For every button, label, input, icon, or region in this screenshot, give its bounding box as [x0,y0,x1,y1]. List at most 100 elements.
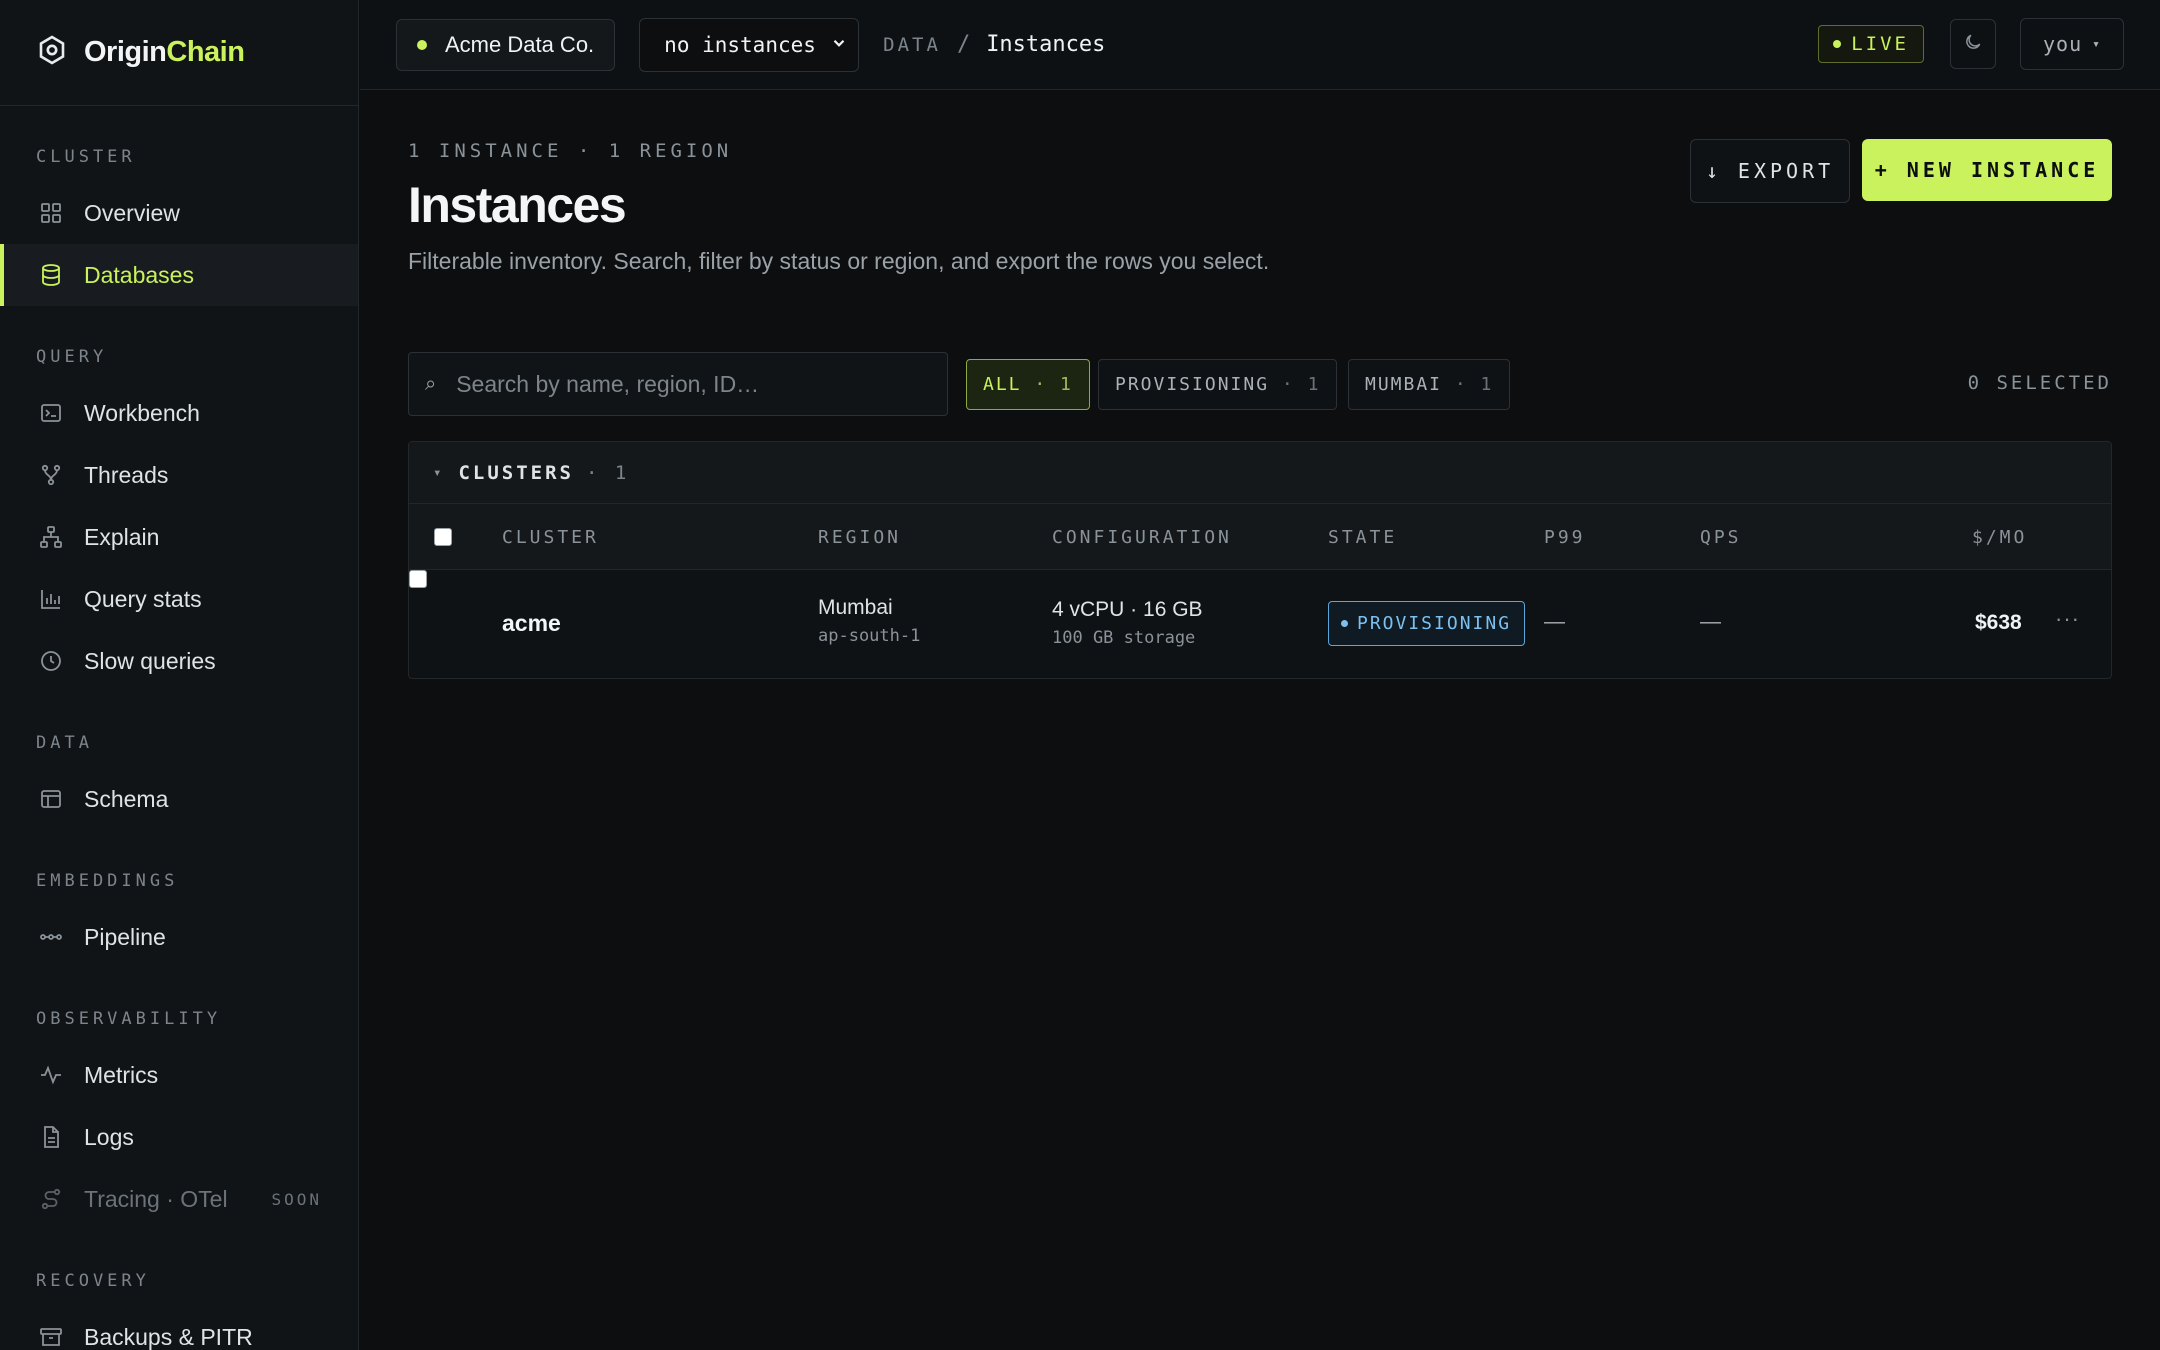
chip-count: · 1 [1281,374,1321,395]
terminal-icon [38,400,64,426]
sidebar-item-label: Workbench [84,399,200,426]
org-switcher[interactable]: Acme Data Co. [396,18,616,71]
instance-select[interactable]: no instances [639,17,860,72]
hierarchy-icon [38,524,64,550]
sidebar-item-label: Databases [84,261,194,288]
table-row[interactable]: acme Mumbai ap-south-1 4 vCPU · 16 GB 10… [409,570,2111,678]
cost-value: $638 [1975,611,2022,634]
column-header-qps[interactable]: QPS [1700,527,1742,548]
sidebar-item-tracing: Tracing · OTel SOON [0,1168,358,1230]
user-name: you [2043,32,2083,56]
instance-select-value: no instances [664,32,816,57]
column-header-configuration[interactable]: CONFIGURATION [1052,527,1232,548]
sidebar-item-schema[interactable]: Schema [0,768,358,830]
topbar: Acme Data Co. no instances DATA / Instan… [360,0,2160,90]
chevron-down-icon [830,33,848,57]
collapse-triangle-icon: ▾ [433,464,445,481]
brand[interactable]: OriginChain [0,0,358,106]
sidebar-item-threads[interactable]: Threads [0,444,358,506]
nav-heading: OBSERVABILITY [36,1009,222,1029]
filter-bar: ⌕ Search by name, region, ID… ALL · 1 PR… [408,352,2112,416]
branch-icon [38,462,64,488]
nav-heading: DATA [36,733,93,753]
topbar-actions: LIVE you ▾ [1818,18,2124,70]
chip-label: PROVISIONING [1115,374,1270,395]
config-storage: 100 GB storage [1052,628,1196,648]
region-name: Mumbai [818,596,893,619]
live-label: LIVE [1851,33,1909,55]
sidebar-item-query-stats[interactable]: Query stats [0,568,358,630]
sidebar-item-label: Threads [84,461,169,488]
clock-icon [38,648,64,674]
sidebar-item-slow-queries[interactable]: Slow queries [0,630,358,692]
nav-section-embeddings: EMBEDDINGS Pipeline [0,830,358,968]
column-header-cluster[interactable]: CLUSTER [502,527,599,548]
column-header-region[interactable]: REGION [818,527,901,548]
group-header-clusters[interactable]: ▾ CLUSTERS · 1 [409,442,2111,504]
app-root: OriginChain CLUSTER Overview Databases Q… [0,0,2160,1350]
sidebar-item-logs[interactable]: Logs [0,1106,358,1168]
sidebar-item-label: Backups & PITR [84,1323,253,1350]
live-badge: LIVE [1818,25,1924,63]
nav-section-observability: OBSERVABILITY Metrics Logs Tracing · OTe… [0,968,358,1230]
sidebar-item-metrics[interactable]: Metrics [0,1044,358,1106]
logo-hexagon-icon [36,34,84,71]
export-button[interactable]: ↓ EXPORT [1690,139,1850,203]
new-instance-button[interactable]: + NEW INSTANCE [1862,139,2112,201]
sidebar-item-label: Schema [84,785,169,812]
sidebar-item-label: Logs [84,1123,134,1150]
sidebar-item-label: Metrics [84,1061,159,1088]
chip-count: · 1 [1034,374,1073,395]
moon-icon [1963,32,1983,57]
filter-chip-all[interactable]: ALL · 1 [966,359,1090,410]
breadcrumb-current: Instances [986,32,1106,57]
nav-section-cluster: CLUSTER Overview Databases [0,106,358,306]
nav-heading: CLUSTER [36,147,136,167]
pipeline-icon [38,924,64,950]
instances-table: ▾ CLUSTERS · 1 CLUSTER REGION CONFIGURAT… [408,441,2112,679]
activity-icon [38,1062,64,1088]
user-menu-button[interactable]: you ▾ [2020,18,2124,70]
page-subtitle: Filterable inventory. Search, filter by … [408,248,1270,274]
group-count: · 1 [585,461,630,484]
row-more-menu-icon[interactable]: ··· [2055,606,2080,632]
org-name: Acme Data Co. [445,31,595,57]
chip-label: MUMBAI [1365,374,1443,395]
breadcrumb-section[interactable]: DATA [883,34,941,56]
nav-heading: EMBEDDINGS [36,871,179,891]
search-input[interactable]: ⌕ Search by name, region, ID… [408,352,948,416]
file-icon [38,1124,64,1150]
filter-chip-provisioning[interactable]: PROVISIONING · 1 [1098,359,1338,410]
table-icon [38,786,64,812]
column-header-cost[interactable]: $/MO [1972,527,2027,548]
sidebar-item-label: Tracing · OTel [84,1185,228,1212]
nav-section-query: QUERY Workbench Threads Explain Query st… [0,306,358,692]
filter-chip-mumbai[interactable]: MUMBAI · 1 [1348,359,1511,410]
sidebar-item-explain[interactable]: Explain [0,506,358,568]
search-icon: ⌕ [425,372,437,395]
theme-toggle-button[interactable] [1950,19,1996,69]
caret-down-icon: ▾ [2092,36,2101,52]
header-actions: ↓ EXPORT + NEW INSTANCE [1690,139,2112,203]
sidebar-item-label: Slow queries [84,647,216,674]
column-header-state[interactable]: STATE [1328,527,1397,548]
row-checkbox[interactable] [409,570,427,588]
sidebar-item-overview[interactable]: Overview [0,182,358,244]
sidebar-item-pipeline[interactable]: Pipeline [0,906,358,968]
status-dot [417,39,427,50]
brand-name: OriginChain [84,36,245,68]
live-dot [1833,40,1842,48]
grid-icon [38,200,64,226]
nav-heading: RECOVERY [36,1271,150,1291]
sidebar-item-databases[interactable]: Databases [0,244,358,306]
soon-badge: SOON [271,1189,322,1209]
sidebar-item-workbench[interactable]: Workbench [0,382,358,444]
group-label: CLUSTERS [458,461,574,484]
selected-count: 0 SELECTED [1967,372,2112,394]
cluster-name[interactable]: acme [502,610,561,637]
select-all-checkbox[interactable] [434,528,452,546]
breadcrumb: DATA / Instances [883,32,1105,57]
sidebar-item-backups[interactable]: Backups & PITR [0,1306,358,1350]
column-header-p99[interactable]: P99 [1544,527,1586,548]
route-icon [38,1186,64,1212]
